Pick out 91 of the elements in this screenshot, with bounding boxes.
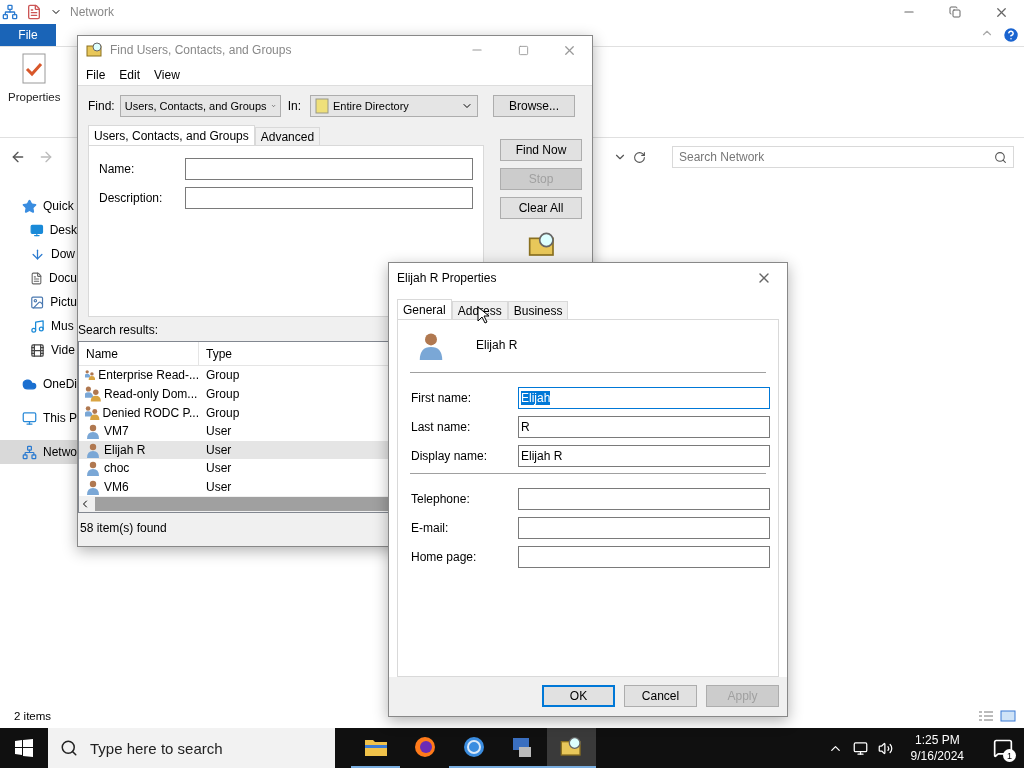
browser-icon[interactable] bbox=[461, 735, 486, 759]
download-icon[interactable] bbox=[30, 246, 45, 262]
back-icon[interactable] bbox=[10, 149, 26, 165]
music-icon[interactable] bbox=[30, 318, 45, 334]
in-label: In: bbox=[287, 99, 302, 113]
properties-button[interactable]: Properties bbox=[8, 53, 61, 131]
nav-item[interactable]: Netwo bbox=[0, 440, 77, 464]
nav-item[interactable]: Dow bbox=[0, 242, 77, 266]
field-label: Description: bbox=[99, 191, 164, 205]
file-tab[interactable]: File bbox=[0, 24, 56, 46]
dialog-button[interactable]: Clear All bbox=[500, 197, 582, 219]
dialog-button[interactable]: OK bbox=[542, 685, 615, 707]
star-icon[interactable] bbox=[22, 198, 37, 214]
field-label: First name: bbox=[411, 391, 472, 405]
dialog-title: Elijah R Properties bbox=[397, 271, 497, 285]
find-dropdown[interactable]: Users, Contacts, and Groups bbox=[119, 95, 281, 117]
field-label: Last name: bbox=[411, 420, 472, 434]
user-icon bbox=[85, 479, 101, 496]
checklist-icon[interactable] bbox=[21, 53, 48, 85]
notification-icon[interactable] bbox=[993, 738, 1013, 758]
results-label: Search results: bbox=[78, 322, 159, 339]
user-icon bbox=[85, 460, 101, 477]
picture-icon[interactable] bbox=[30, 294, 45, 310]
display-name: Elijah R bbox=[476, 338, 518, 352]
text-field[interactable] bbox=[518, 488, 770, 510]
help-icon[interactable] bbox=[1002, 26, 1020, 44]
desktop-icon[interactable] bbox=[30, 222, 44, 238]
document-icon[interactable] bbox=[30, 270, 43, 286]
text-field[interactable] bbox=[185, 158, 473, 180]
group-icon bbox=[85, 404, 100, 421]
nav-item[interactable]: Pictu bbox=[0, 290, 77, 314]
user-icon bbox=[85, 423, 101, 440]
dialog-button[interactable]: Cancel bbox=[624, 685, 697, 707]
browse-button[interactable]: Browse... bbox=[493, 95, 576, 117]
dialog-title: Find Users, Contacts, and Groups bbox=[110, 43, 292, 57]
tab[interactable]: General bbox=[397, 299, 452, 319]
nav-item[interactable]: Desk bbox=[0, 218, 77, 242]
pc-icon[interactable] bbox=[22, 410, 37, 426]
menu-item[interactable]: File bbox=[86, 67, 106, 82]
results-count: 58 item(s) found bbox=[79, 520, 168, 537]
windows-icon[interactable] bbox=[15, 739, 33, 757]
nav-item[interactable]: Quick bbox=[0, 194, 77, 218]
field-label: Display name: bbox=[411, 449, 489, 463]
taskbar-app[interactable] bbox=[547, 728, 596, 768]
tab[interactable]: Users, Contacts, and Groups bbox=[88, 125, 255, 145]
tab[interactable]: Advanced bbox=[254, 127, 321, 145]
maximize-icon[interactable] bbox=[517, 44, 529, 56]
network-icon[interactable] bbox=[22, 444, 37, 460]
menu-item[interactable]: Edit bbox=[119, 67, 141, 82]
text-field[interactable] bbox=[518, 546, 770, 568]
magnifier-book-icon bbox=[86, 41, 104, 59]
text-field[interactable] bbox=[185, 187, 473, 209]
nav-item[interactable]: Docu bbox=[0, 266, 77, 290]
network-icon[interactable] bbox=[2, 4, 18, 20]
cloud-icon[interactable] bbox=[22, 376, 37, 392]
user-icon bbox=[85, 441, 101, 458]
find-label: Find: bbox=[88, 99, 115, 113]
properties-icon[interactable] bbox=[26, 4, 42, 20]
taskbar-search-field[interactable]: Type here to search bbox=[48, 728, 335, 768]
search-icon bbox=[994, 150, 1007, 164]
field-label: Name: bbox=[99, 162, 136, 176]
column-header[interactable]: Type bbox=[199, 341, 389, 366]
folder-icon[interactable] bbox=[363, 737, 388, 757]
window-title: Network bbox=[70, 5, 114, 19]
nav-item[interactable]: Vide bbox=[0, 338, 77, 362]
nav-item[interactable]: OneDi bbox=[0, 372, 77, 396]
nav-item[interactable]: This P bbox=[0, 406, 77, 430]
video-icon[interactable] bbox=[30, 342, 45, 358]
field-label: E-mail: bbox=[411, 521, 450, 535]
directory-icon bbox=[315, 98, 330, 114]
search-field[interactable]: Search Network bbox=[672, 146, 1014, 168]
menu-item[interactable]: View bbox=[154, 67, 180, 82]
network-status-icon[interactable] bbox=[852, 740, 868, 756]
nav-item[interactable]: Mus bbox=[0, 314, 77, 338]
field-label: Telephone: bbox=[411, 492, 471, 506]
search-icon[interactable] bbox=[60, 739, 78, 757]
item-count: 2 items bbox=[14, 710, 52, 722]
dialog-button[interactable]: Find Now bbox=[500, 139, 582, 161]
refresh-icon[interactable] bbox=[633, 150, 646, 164]
field-label: Home page: bbox=[411, 550, 478, 564]
text-field[interactable]: Elijah bbox=[518, 387, 770, 409]
magnifier-book-icon[interactable] bbox=[559, 735, 584, 759]
tab[interactable]: Business bbox=[507, 301, 569, 319]
text-field[interactable]: R bbox=[518, 416, 770, 438]
browser-icon[interactable] bbox=[412, 735, 437, 759]
clock[interactable]: 1:25 PM 9/16/2024 bbox=[902, 733, 972, 763]
location-dropdown[interactable]: Entire Directory bbox=[310, 95, 479, 117]
text-field[interactable] bbox=[518, 517, 770, 539]
text-field[interactable]: Elijah R bbox=[518, 445, 770, 467]
restore-icon[interactable] bbox=[949, 6, 961, 18]
column-header[interactable]: Name bbox=[79, 341, 199, 366]
